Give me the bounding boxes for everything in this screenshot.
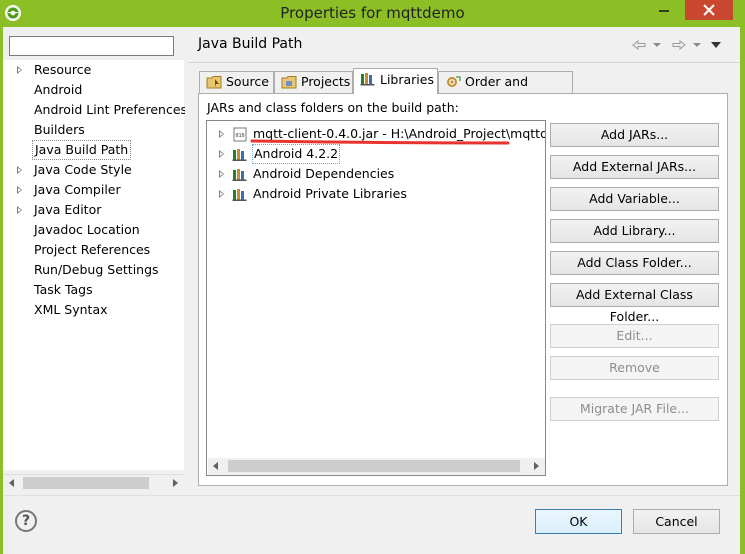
nav-item-java-build-path[interactable]: Java Build Path [3,140,184,160]
nav-item-android[interactable]: Android [3,80,184,100]
back-history-dropdown-icon[interactable] [653,43,661,47]
help-icon[interactable]: ? [15,510,37,532]
expand-arrow-icon[interactable] [219,170,224,178]
add-jars-button[interactable]: Add JARs... [550,123,719,147]
nav-horizontal-scrollbar[interactable] [3,474,184,491]
nav-item-xml-syntax[interactable]: XML Syntax [3,300,184,320]
source-folder-icon [206,76,222,89]
nav-item-label: Javadoc Location [34,222,140,237]
projects-icon [281,76,297,89]
nav-item-label: Java Code Style [34,162,132,177]
library-label: Android 4.2.2 [252,144,341,164]
expand-arrow-icon[interactable] [219,130,224,138]
nav-item-label: Task Tags [34,282,93,297]
bottom-divider [3,495,740,496]
nav-item-project-references[interactable]: Project References [3,240,184,260]
library-row-android-dependencies[interactable]: Android Dependencies [207,164,545,184]
jar-file-icon: 010 [233,127,247,142]
tab-order-and-export[interactable]: Order and Export [438,71,573,109]
nav-item-run-debug-settings[interactable]: Run/Debug Settings [3,260,184,280]
nav-item-javadoc-location[interactable]: Javadoc Location [3,220,184,240]
nav-item-label: Java Build Path [32,140,132,160]
libraries-section-label: JARs and class folders on the build path… [207,100,459,115]
add-class-folder-button[interactable]: Add Class Folder... [550,251,719,275]
expand-arrow-icon[interactable] [17,66,22,74]
library-label: Android Private Libraries [253,186,407,201]
tab-libraries[interactable]: Libraries [353,68,438,94]
library-icon [232,189,247,201]
libraries-icon [360,73,375,86]
tab-source[interactable]: Source [199,71,274,93]
forward-history-dropdown-icon[interactable] [693,43,701,47]
nav-item-label: Project References [34,242,151,257]
tab-label: Libraries [380,72,434,87]
scrollbar-thumb[interactable] [228,460,520,472]
nav-item-label: XML Syntax [34,302,108,317]
minimize-button[interactable] [649,0,679,20]
scroll-right-arrow-icon[interactable] [173,479,178,487]
properties-nav-tree: Resource Android Android Lint Preference… [3,60,187,470]
nav-item-label: Resource [34,62,92,77]
scroll-right-arrow-icon[interactable] [534,462,539,470]
library-row-android-4-2-2[interactable]: Android 4.2.2 [207,144,545,164]
add-external-jars-button[interactable]: Add External JARs... [550,155,719,179]
page-title: Java Build Path [198,36,303,52]
add-variable-button[interactable]: Add Variable... [550,187,719,211]
cancel-button[interactable]: Cancel [633,509,720,534]
scroll-left-arrow-icon[interactable] [213,462,218,470]
close-button[interactable] [685,0,733,20]
nav-item-label: Android Lint Preferences [34,102,188,117]
expand-arrow-icon[interactable] [219,190,224,198]
library-label: Android Dependencies [253,166,395,181]
nav-item-label: Java Editor [34,202,102,217]
expand-arrow-icon[interactable] [17,186,22,194]
library-row-android-private-libraries[interactable]: Android Private Libraries [207,184,545,204]
nav-item-label: Builders [34,122,85,137]
window-title: Properties for mqttdemo [280,4,465,22]
nav-item-label: Android [34,82,83,97]
library-icon [232,169,247,181]
nav-item-task-tags[interactable]: Task Tags [3,280,184,300]
expand-arrow-icon[interactable] [219,150,224,158]
pane-splitter[interactable] [185,30,188,495]
nav-item-java-compiler[interactable]: Java Compiler [3,180,184,200]
nav-item-builders[interactable]: Builders [3,120,184,140]
red-annotation-underline [250,139,510,145]
add-library-button[interactable]: Add Library... [550,219,719,243]
build-path-libraries-tree[interactable]: 010 mqtt-client-0.4.0.jar - H:\Android_P… [206,120,546,476]
order-export-icon [447,76,461,87]
remove-button[interactable]: Remove [550,356,719,380]
libraries-horizontal-scrollbar[interactable] [208,458,545,475]
header-divider [188,62,740,63]
nav-item-label: Java Compiler [34,182,121,197]
migrate-jar-file-button[interactable]: Migrate JAR File... [550,397,719,421]
svg-text:010: 010 [235,133,244,139]
expand-arrow-icon[interactable] [17,166,22,174]
tab-label: Projects [301,74,351,89]
tab-label: Source [226,74,269,89]
edit-button[interactable]: Edit... [550,324,719,348]
nav-item-label: Run/Debug Settings [34,262,159,277]
close-icon [703,4,715,16]
forward-arrow-icon[interactable] [672,40,686,50]
scroll-left-arrow-icon[interactable] [9,479,14,487]
nav-item-android-lint-preferences[interactable]: Android Lint Preferences [3,100,187,120]
library-icon [232,149,247,161]
nav-item-resource[interactable]: Resource [3,60,184,80]
nav-item-java-code-style[interactable]: Java Code Style [3,160,184,180]
tab-projects[interactable]: Projects [274,71,353,93]
filter-input[interactable] [9,36,174,56]
scrollbar-thumb[interactable] [23,477,149,489]
back-arrow-icon[interactable] [632,40,646,50]
expand-arrow-icon[interactable] [17,206,22,214]
window-frame-right [740,27,745,554]
nav-item-java-editor[interactable]: Java Editor [3,200,184,220]
add-external-class-folder-button[interactable]: Add External Class Folder... [550,283,719,324]
ok-button[interactable]: OK [535,509,622,534]
view-menu-icon[interactable] [711,42,721,48]
